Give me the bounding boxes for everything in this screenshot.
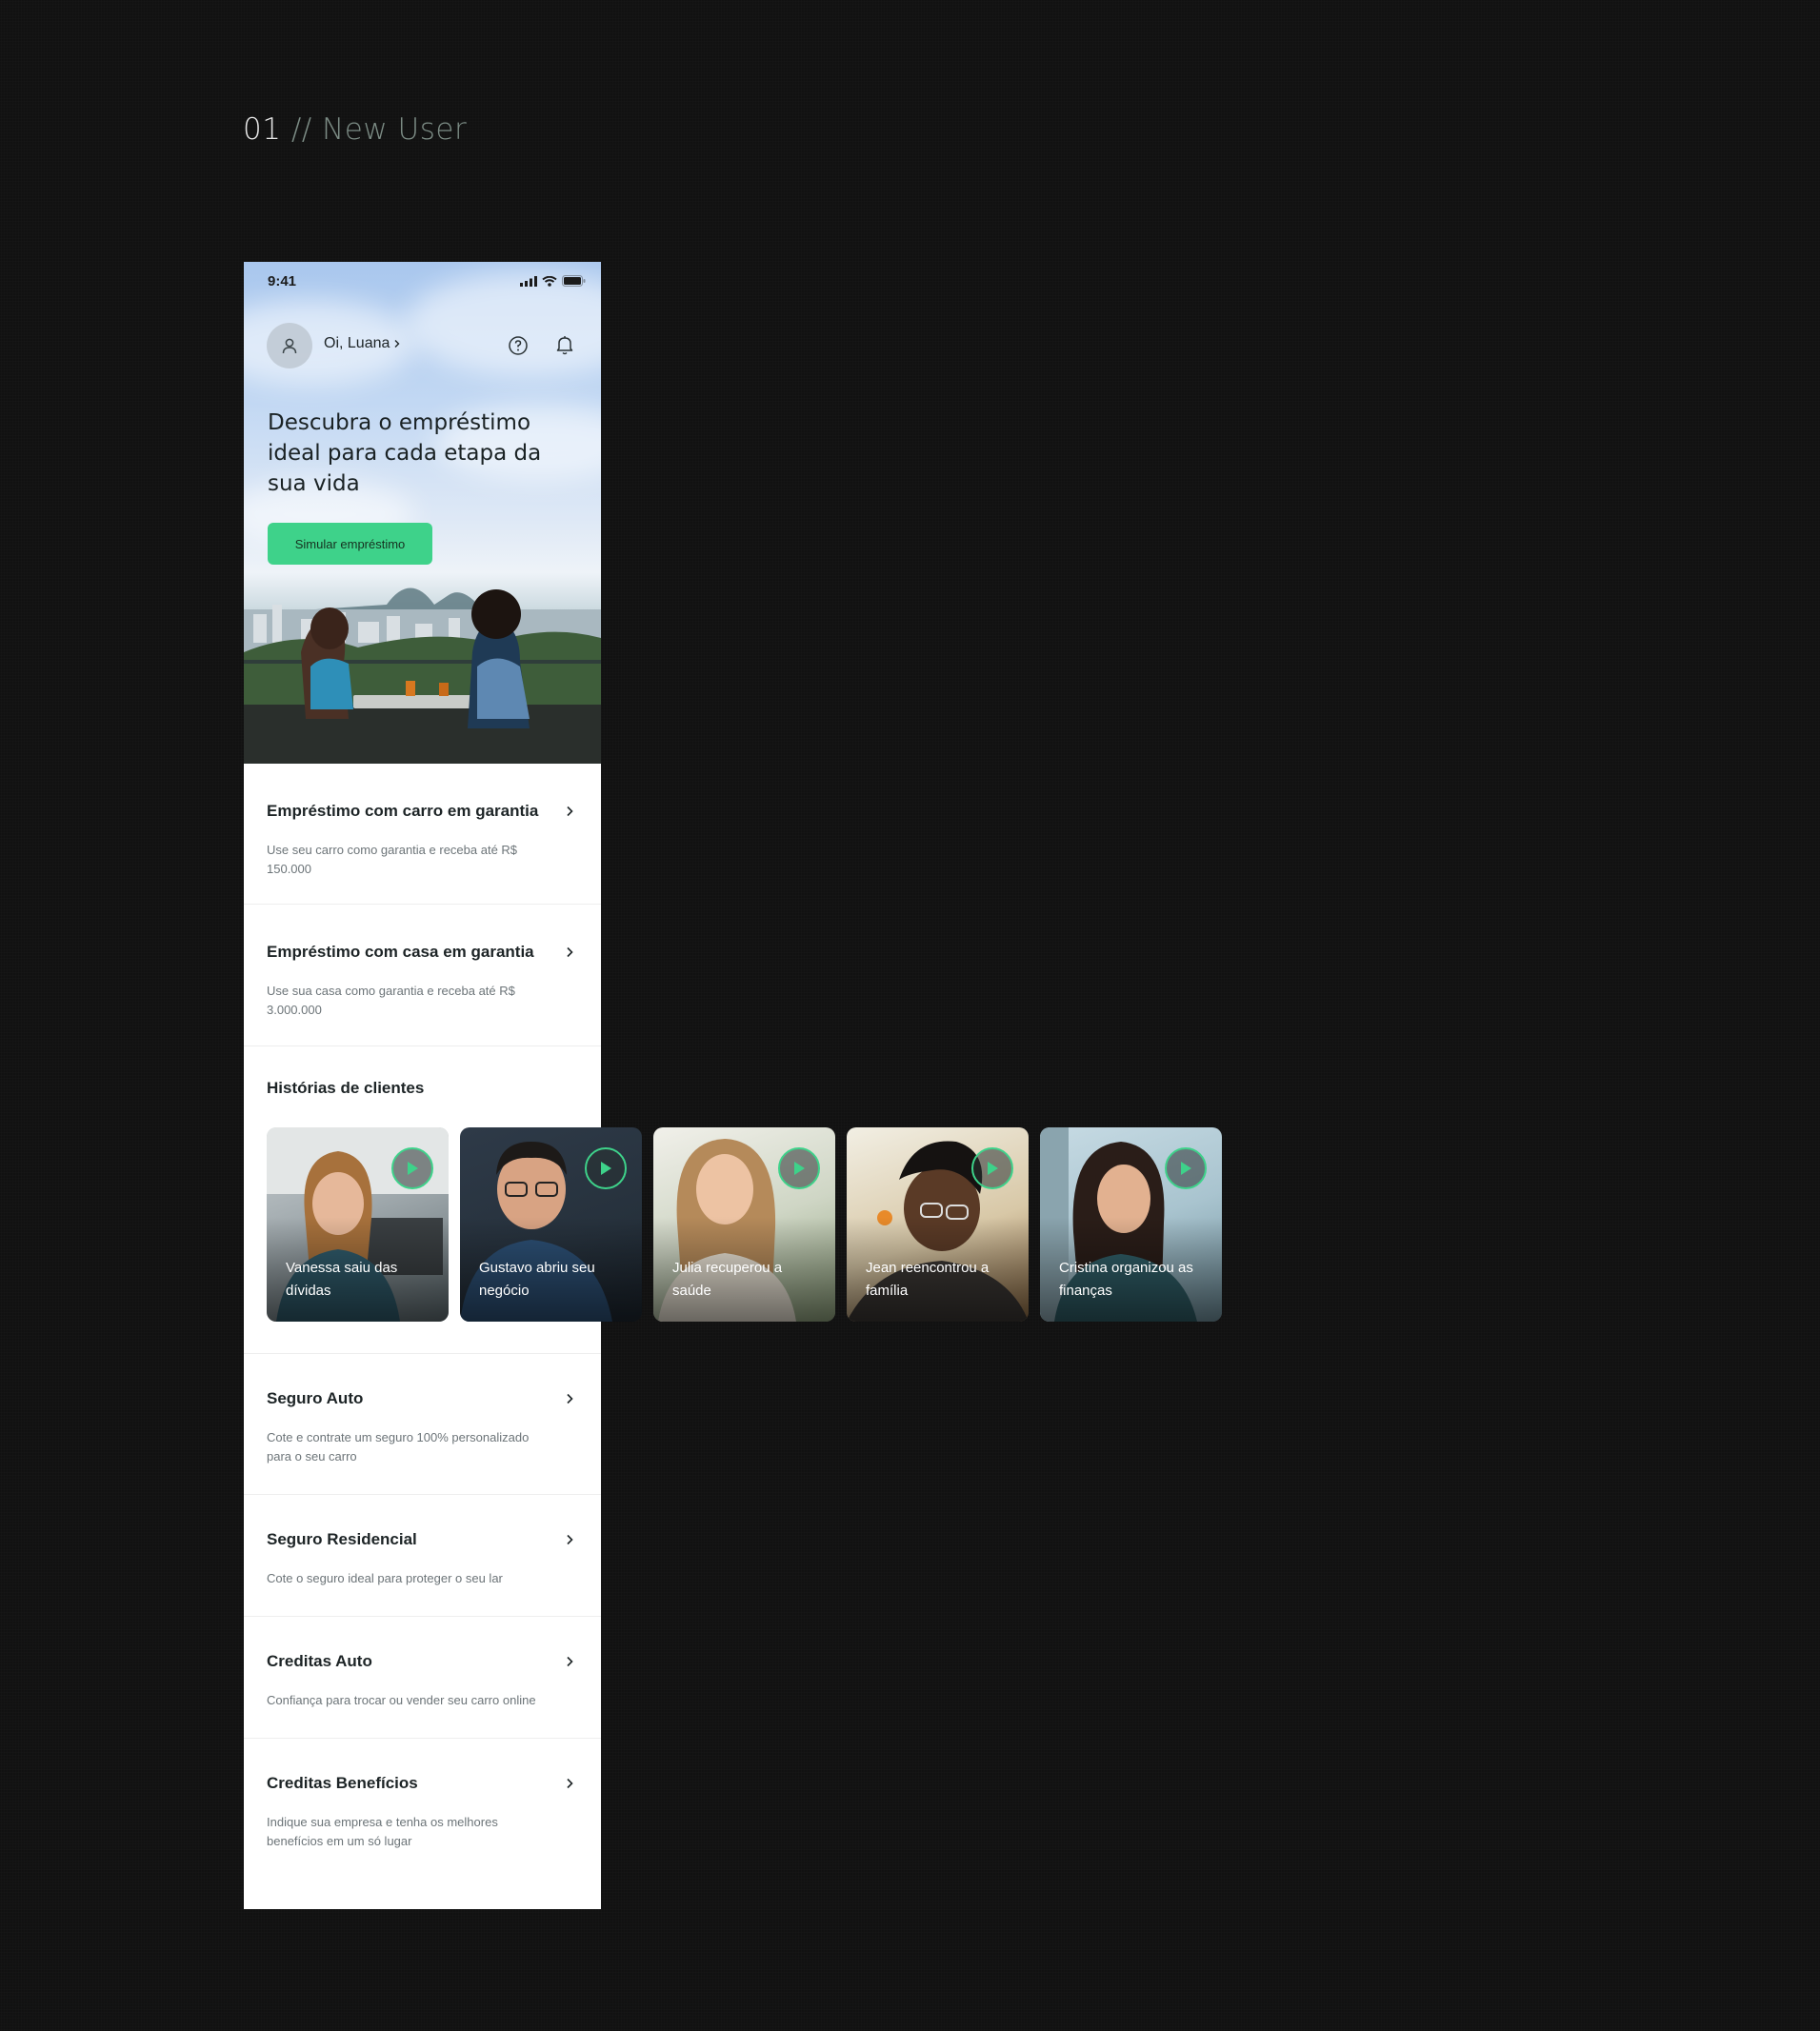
play-icon — [794, 1162, 805, 1175]
story-caption: Gustavo abriu seu negócio — [479, 1260, 595, 1299]
product-item-title: Seguro Residencial — [267, 1530, 417, 1548]
top-bar: Oi, Luana — [267, 323, 578, 368]
story-card-cristina[interactable]: Cristina organizou as finanças — [1040, 1127, 1222, 1322]
greeting-link[interactable]: Oi, Luana — [324, 335, 401, 352]
story-caption: Vanessa saiu das dívidas — [286, 1260, 398, 1299]
loan-item-title: Empréstimo com casa em garantia — [267, 943, 534, 961]
play-icon — [1181, 1162, 1191, 1175]
product-item-desc: Cote o seguro ideal para proteger o seu … — [267, 1571, 503, 1585]
story-caption: Cristina organizou as finanças — [1059, 1260, 1193, 1299]
play-icon — [408, 1162, 418, 1175]
product-item-title: Creditas Auto — [267, 1652, 372, 1670]
chevron-right-icon — [567, 1778, 573, 1789]
story-card-jean[interactable]: Jean reencontrou a família — [847, 1127, 1029, 1322]
status-time: 9:41 — [268, 273, 297, 289]
stories-heading: Histórias de clientes — [267, 1079, 425, 1097]
play-button[interactable] — [971, 1147, 1013, 1189]
chevron-right-icon — [394, 340, 400, 348]
story-card-gustavo[interactable]: Gustavo abriu seu negócio — [460, 1127, 642, 1322]
greeting-text: Oi, Luana — [324, 335, 390, 351]
product-item-desc: Confiança para trocar ou vender seu carr… — [267, 1693, 536, 1707]
user-icon — [282, 338, 297, 354]
product-item-creditas-beneficios[interactable]: Creditas Benefícios Indique sua empresa … — [244, 1739, 601, 1901]
play-icon — [988, 1162, 998, 1175]
product-item-title: Seguro Auto — [267, 1389, 364, 1407]
loan-item-desc: Use seu carro como garantia e receba até… — [267, 843, 518, 876]
help-icon[interactable] — [508, 335, 529, 356]
product-item-desc: Indique sua empresa e tenha os melhores … — [267, 1815, 498, 1848]
battery-icon — [562, 275, 586, 287]
loan-item-title: Empréstimo com carro em garantia — [267, 802, 539, 820]
loan-item-desc: Use sua casa como garantia e receba até … — [267, 984, 515, 1017]
page-label-text: // New User — [290, 112, 468, 147]
product-item-seguro-auto[interactable]: Seguro Auto Cote e contrate um seguro 10… — [244, 1354, 601, 1495]
story-card-vanessa[interactable]: Vanessa saiu das dívidas — [267, 1127, 449, 1322]
play-button[interactable] — [1165, 1147, 1207, 1189]
avatar[interactable] — [267, 323, 312, 368]
page-label-number: 01 — [243, 112, 282, 147]
story-carousel[interactable]: Vanessa saiu das dívidas Gustavo abriu s… — [267, 1127, 1222, 1322]
bell-icon[interactable] — [555, 334, 574, 355]
chevron-right-icon — [567, 1656, 573, 1667]
play-icon — [601, 1162, 611, 1175]
loan-item-car[interactable]: Empréstimo com carro em garantia Use seu… — [244, 764, 601, 905]
play-button[interactable] — [391, 1147, 433, 1189]
hero-photo — [244, 587, 601, 764]
page-label: 01 // New User — [243, 112, 467, 147]
customer-stories: Histórias de clientes Vanessa saiu das d… — [244, 1046, 1222, 1354]
product-item-creditas-auto[interactable]: Creditas Auto Confiança para trocar ou v… — [244, 1617, 601, 1739]
simulate-loan-button[interactable]: Simular empréstimo — [268, 523, 432, 565]
wifi-icon — [542, 275, 557, 287]
play-button[interactable] — [585, 1147, 627, 1189]
hero-section: 9:41 Oi, Luana Descubra o empréstimo ide… — [244, 262, 601, 764]
signal-icon — [520, 275, 537, 287]
chevron-right-icon — [567, 946, 573, 958]
story-caption: Jean reencontrou a família — [866, 1260, 990, 1299]
hero-title: Descubra o empréstimo ideal para cada et… — [268, 410, 542, 496]
product-item-seguro-residencial[interactable]: Seguro Residencial Cote o seguro ideal p… — [244, 1495, 601, 1617]
story-caption: Julia recuperou a saúde — [672, 1260, 783, 1299]
chevron-right-icon — [567, 806, 573, 817]
play-button[interactable] — [778, 1147, 820, 1189]
chevron-right-icon — [567, 1393, 573, 1404]
loan-item-house[interactable]: Empréstimo com casa em garantia Use sua … — [244, 905, 601, 1046]
status-bar: 9:41 — [244, 262, 601, 300]
story-card-julia[interactable]: Julia recuperou a saúde — [653, 1127, 835, 1322]
product-item-desc: Cote e contrate um seguro 100% personali… — [267, 1430, 530, 1464]
phone-screen: 9:41 Oi, Luana Descubra o empréstimo ide… — [244, 262, 1222, 1909]
product-item-title: Creditas Benefícios — [267, 1774, 418, 1792]
chevron-right-icon — [567, 1534, 573, 1545]
